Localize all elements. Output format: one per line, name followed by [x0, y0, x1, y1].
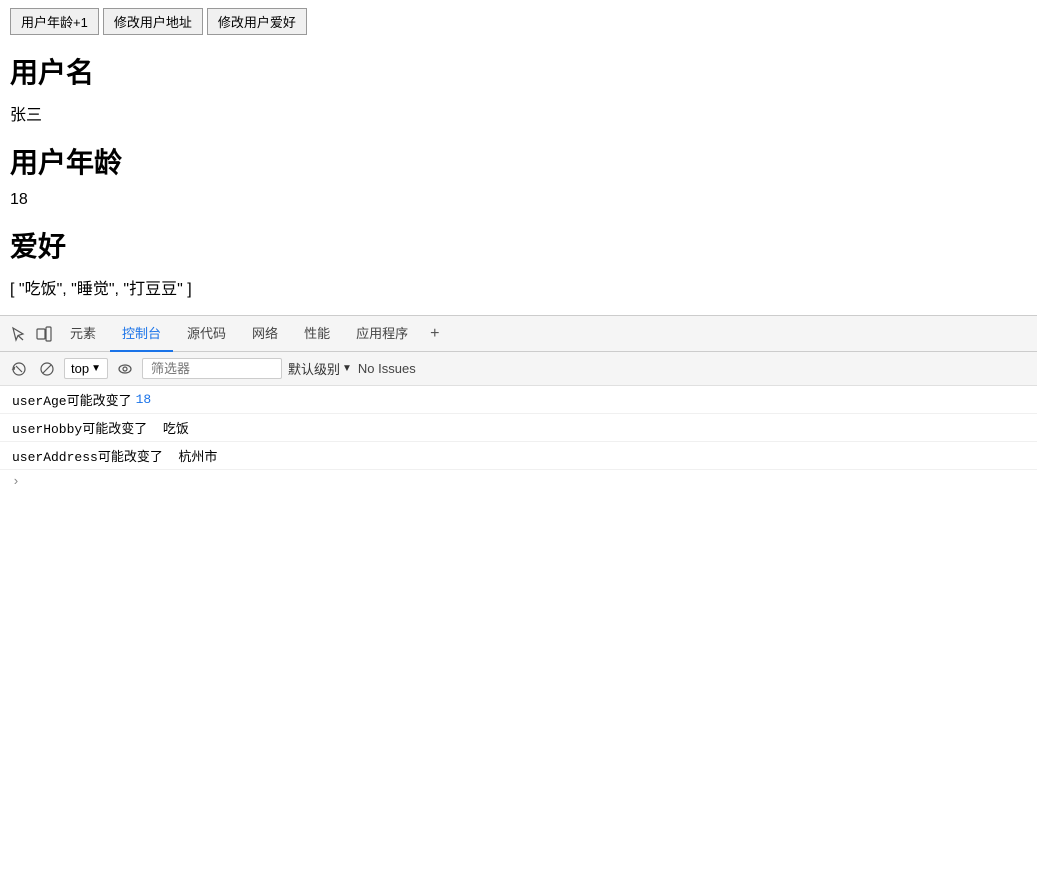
context-value: top	[71, 361, 89, 376]
console-output: userAge可能改变了 18 userHobby可能改变了 吃饭 userAd…	[0, 386, 1037, 493]
tab-elements[interactable]: 元素	[58, 316, 108, 352]
device-toolbar-icon[interactable]	[32, 322, 56, 346]
username-value: 张三	[10, 101, 1027, 125]
tab-network[interactable]: 网络	[240, 316, 290, 352]
tab-application[interactable]: 应用程序	[344, 316, 420, 352]
context-selector[interactable]: top ▼	[64, 358, 108, 379]
tab-source[interactable]: 源代码	[175, 316, 238, 352]
eye-icon[interactable]	[114, 358, 136, 380]
age-value: 18	[10, 191, 1027, 209]
devtools-panel: 元素 控制台 源代码 网络 性能 应用程序 +	[0, 315, 1037, 493]
inspect-element-icon[interactable]	[6, 322, 30, 346]
log-level-select[interactable]: 默认级别 ▼	[288, 359, 352, 378]
tab-console[interactable]: 控制台	[110, 316, 173, 352]
console-filter-input[interactable]	[142, 358, 282, 379]
main-content: 用户年龄+1 修改用户地址 修改用户爱好 用户名 张三 用户年龄 18 爱好 […	[0, 0, 1037, 299]
console-expand-arrow[interactable]: ›	[0, 470, 1037, 493]
tab-performance[interactable]: 性能	[292, 316, 342, 352]
increment-age-button[interactable]: 用户年龄+1	[10, 8, 99, 35]
console-log-3: userAddress可能改变了 杭州市	[0, 442, 1037, 470]
age-label: 用户年龄	[10, 141, 1027, 181]
console-log-2: userHobby可能改变了 吃饭	[0, 414, 1037, 442]
add-tab-button[interactable]: +	[422, 319, 447, 349]
username-label: 用户名	[10, 51, 1027, 91]
modify-address-button[interactable]: 修改用户地址	[103, 8, 203, 35]
devtools-tabs-bar: 元素 控制台 源代码 网络 性能 应用程序 +	[0, 316, 1037, 352]
context-dropdown-icon: ▼	[91, 363, 101, 374]
no-issues-label: No Issues	[358, 361, 416, 376]
modify-hobby-button[interactable]: 修改用户爱好	[207, 8, 307, 35]
clear-console-icon[interactable]	[8, 358, 30, 380]
button-group: 用户年龄+1 修改用户地址 修改用户爱好	[10, 8, 1027, 35]
log-level-dropdown-icon: ▼	[342, 363, 352, 374]
devtools-toolbar: top ▼ 默认级别 ▼ No Issues	[0, 352, 1037, 386]
hobby-label: 爱好	[10, 225, 1027, 265]
block-icon[interactable]	[36, 358, 58, 380]
hobby-value: [ "吃饭", "睡觉", "打豆豆" ]	[10, 275, 1027, 299]
console-log-1: userAge可能改变了 18	[0, 386, 1037, 414]
log-level-label: 默认级别	[288, 359, 340, 378]
